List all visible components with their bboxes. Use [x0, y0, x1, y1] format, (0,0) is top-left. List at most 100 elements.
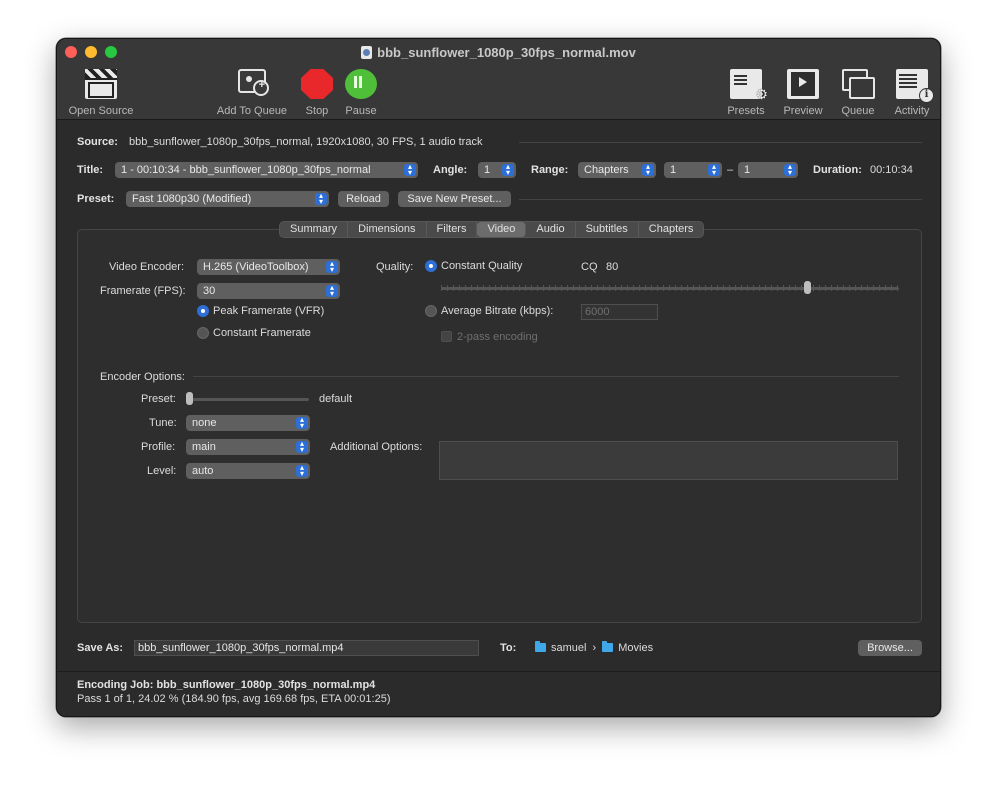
range-end-value: 1: [744, 164, 751, 176]
preset-select-value: Fast 1080p30 (Modified): [132, 193, 252, 205]
tab-video[interactable]: Video: [477, 222, 527, 237]
video-encoder-select[interactable]: H.265 (VideoToolbox): [197, 259, 340, 275]
document-icon: [361, 46, 373, 59]
range-end-select[interactable]: 1: [738, 162, 798, 178]
encoder-options-heading: Encoder Options:: [100, 371, 185, 383]
profile-label: Profile:: [141, 441, 176, 453]
presets-icon: [730, 69, 768, 103]
constant-framerate-label: Constant Framerate: [213, 327, 311, 339]
window-title-text: bbb_sunflower_1080p_30fps_normal.mov: [377, 45, 636, 60]
angle-select[interactable]: 1: [478, 162, 516, 178]
encoding-progress-text: Pass 1 of 1, 24.02 % (184.90 fps, avg 16…: [77, 693, 391, 705]
range-type-select[interactable]: Chapters: [578, 162, 656, 178]
browse-button[interactable]: Browse...: [858, 640, 922, 656]
tab-subtitles[interactable]: Subtitles: [576, 222, 639, 237]
destination-label: To:: [500, 642, 517, 654]
path-folder: Movies: [618, 642, 654, 654]
peak-framerate-radio[interactable]: [197, 305, 209, 317]
framerate-select[interactable]: 30: [197, 283, 340, 299]
average-bitrate-label: Average Bitrate (kbps):: [441, 305, 554, 317]
tab-audio[interactable]: Audio: [526, 222, 576, 237]
status-bar: Encoding Job: bbb_sunflower_1080p_30fps_…: [57, 671, 940, 716]
reload-button[interactable]: Reload: [338, 191, 389, 207]
add-to-queue-label: Add To Queue: [216, 105, 288, 117]
save-as-field[interactable]: bbb_sunflower_1080p_30fps_normal.mp4: [134, 640, 479, 656]
angle-select-value: 1: [484, 164, 491, 176]
tab-filters[interactable]: Filters: [427, 222, 478, 237]
open-source-button[interactable]: Open Source: [67, 69, 135, 117]
video-encoder-label: Video Encoder:: [109, 261, 185, 273]
range-start-value: 1: [670, 164, 677, 176]
window-title: bbb_sunflower_1080p_30fps_normal.mov: [57, 45, 940, 60]
framerate-value: 30: [203, 285, 216, 297]
preset-divider: [519, 199, 922, 200]
quality-slider-track[interactable]: [441, 287, 899, 290]
two-pass-checkbox[interactable]: [441, 331, 452, 342]
stop-label: Stop: [305, 105, 329, 117]
stop-button[interactable]: Stop: [297, 69, 337, 117]
level-select[interactable]: auto: [186, 463, 310, 479]
save-new-preset-button[interactable]: Save New Preset...: [398, 191, 511, 207]
range-start-select[interactable]: 1: [664, 162, 722, 178]
tune-value: none: [192, 417, 217, 429]
tab-summary[interactable]: Summary: [280, 222, 349, 237]
encoding-job-text: Encoding Job: bbb_sunflower_1080p_30fps_…: [77, 679, 376, 691]
tune-label: Tune:: [149, 417, 177, 429]
chevron-updown-icon: [315, 193, 327, 205]
preview-label: Preview: [783, 105, 823, 117]
quality-slider-knob[interactable]: [804, 281, 812, 294]
titlebar-toolbar: bbb_sunflower_1080p_30fps_normal.mov Ope…: [57, 39, 940, 120]
preset-label: Preset:: [77, 193, 115, 205]
constant-framerate-radio[interactable]: [197, 327, 209, 339]
preview-button[interactable]: Preview: [777, 69, 829, 117]
pause-label: Pause: [345, 105, 377, 117]
additional-options-textarea[interactable]: [439, 441, 898, 480]
tab-chapters[interactable]: Chapters: [639, 222, 704, 237]
chevron-updown-icon: [502, 164, 514, 176]
chevron-updown-icon: [296, 441, 308, 453]
plus-icon: +: [258, 79, 265, 91]
constant-quality-radio[interactable]: [425, 260, 437, 272]
chevron-updown-icon: [642, 164, 654, 176]
encoder-preset-slider-track[interactable]: [187, 398, 309, 401]
encoder-preset-label: Preset:: [141, 393, 176, 405]
chevron-updown-icon: [404, 164, 416, 176]
destination-path[interactable]: samuel › Movies: [535, 641, 654, 654]
encoder-options-divider: [193, 376, 899, 377]
profile-value: main: [192, 441, 216, 453]
tune-select[interactable]: none: [186, 415, 310, 431]
preset-select[interactable]: Fast 1080p30 (Modified): [126, 191, 329, 207]
cq-value: 80: [606, 261, 619, 273]
folder-icon: [602, 641, 614, 652]
quality-label: Quality:: [376, 261, 414, 273]
open-source-label: Open Source: [68, 105, 134, 117]
average-bitrate-field[interactable]: 6000: [581, 304, 658, 320]
source-value: bbb_sunflower_1080p_30fps_normal, 1920x1…: [129, 136, 483, 148]
queue-button[interactable]: Queue: [835, 69, 881, 117]
presets-button[interactable]: Presets: [721, 69, 771, 117]
level-value: auto: [192, 465, 214, 477]
framerate-label: Framerate (FPS):: [100, 285, 186, 297]
title-select-value: 1 - 00:10:34 - bbb_sunflower_1080p_30fps…: [121, 164, 371, 176]
title-select[interactable]: 1 - 00:10:34 - bbb_sunflower_1080p_30fps…: [115, 162, 418, 178]
chevron-updown-icon: [708, 164, 720, 176]
profile-select[interactable]: main: [186, 439, 310, 455]
app-window: bbb_sunflower_1080p_30fps_normal.mov Ope…: [56, 38, 941, 717]
add-to-queue-button[interactable]: + Add To Queue: [213, 69, 291, 117]
peak-framerate-label: Peak Framerate (VFR): [213, 305, 325, 317]
source-label: Source:: [77, 136, 118, 148]
chevron-updown-icon: [326, 285, 338, 297]
pause-button[interactable]: Pause: [341, 69, 381, 117]
tab-dimensions[interactable]: Dimensions: [348, 222, 427, 237]
duration-value: 00:10:34: [870, 164, 913, 176]
average-bitrate-radio[interactable]: [425, 305, 437, 317]
presets-label: Presets: [727, 105, 765, 117]
activity-button[interactable]: Activity: [887, 69, 937, 117]
encoder-preset-slider-knob[interactable]: [186, 392, 193, 405]
path-user: samuel: [551, 642, 587, 654]
path-separator: ›: [592, 642, 597, 654]
chevron-updown-icon: [784, 164, 796, 176]
range-dash: –: [727, 164, 734, 176]
tab-bar: Summary Dimensions Filters Video Audio S…: [279, 221, 705, 238]
pause-icon: [345, 69, 377, 99]
